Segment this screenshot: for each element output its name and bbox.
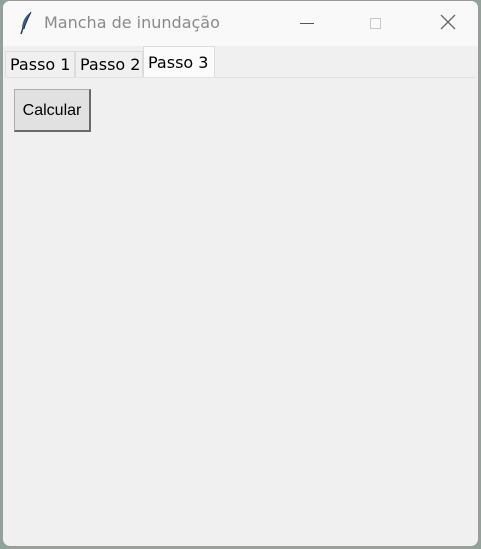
maximize-button[interactable] — [352, 1, 398, 46]
tab-passo-3[interactable]: Passo 3 — [143, 46, 215, 78]
minimize-button[interactable] — [284, 1, 330, 46]
tab-passo-1[interactable]: Passo 1 — [5, 51, 75, 78]
close-icon — [440, 14, 456, 34]
maximize-icon — [369, 18, 381, 29]
close-button[interactable] — [424, 1, 472, 46]
window-title: Mancha de inundação — [44, 13, 220, 32]
app-window: Mancha de inundação Passo 1 Passo 2 Pass… — [2, 0, 479, 547]
tab-divider — [5, 77, 477, 78]
calculate-button[interactable]: Calcular — [14, 89, 91, 132]
tab-bar: Passo 1 Passo 2 Passo 3 — [3, 46, 478, 78]
minimize-icon — [300, 23, 314, 24]
feather-icon — [19, 11, 33, 35]
title-bar[interactable]: Mancha de inundação — [3, 1, 478, 46]
tab-passo-2[interactable]: Passo 2 — [75, 51, 143, 78]
